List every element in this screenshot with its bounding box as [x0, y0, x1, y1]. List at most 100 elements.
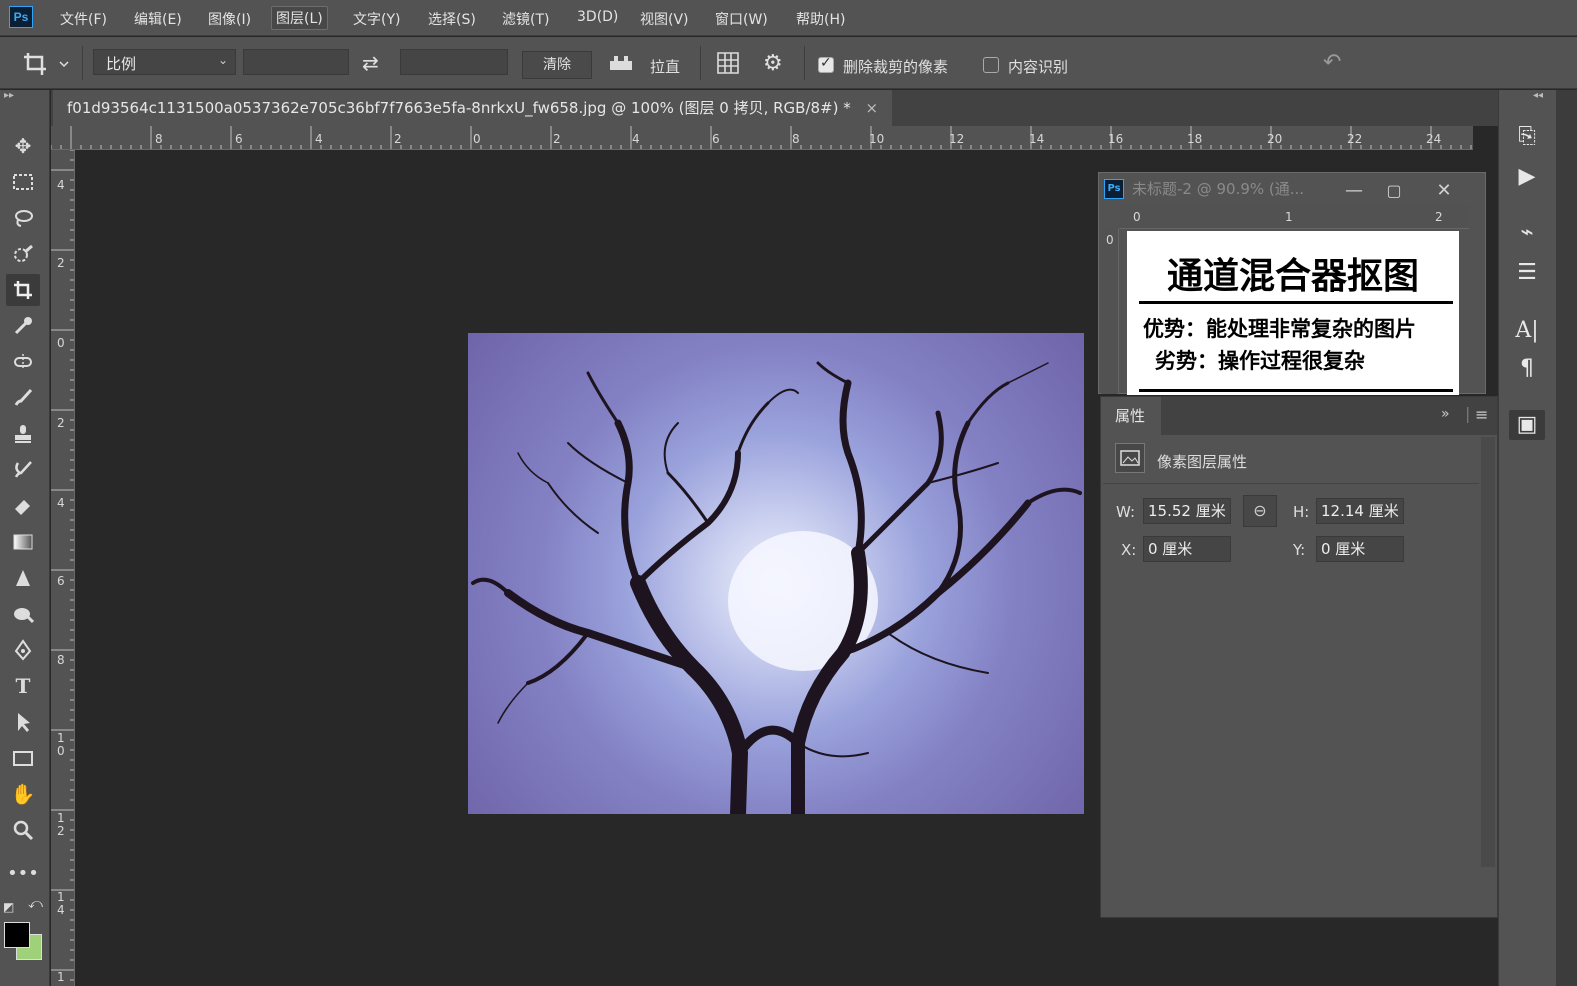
menu-edit[interactable]: 编辑(E): [134, 9, 182, 29]
ruler-label: 8: [792, 132, 800, 146]
ratio-select-value: 比例: [106, 55, 137, 73]
ratio-select[interactable]: 比例 ⌄: [93, 49, 236, 75]
menu-3d[interactable]: 3D(D): [577, 9, 618, 25]
paragraph-panel-icon[interactable]: ¶: [1509, 354, 1545, 384]
close-icon[interactable]: ×: [866, 99, 879, 117]
settings-gear-icon[interactable]: ⚙: [763, 51, 783, 76]
crop-tool-icon[interactable]: [6, 274, 40, 306]
delete-cropped-checkbox[interactable]: [818, 55, 834, 73]
ruler-label: 6: [57, 574, 65, 588]
floating-document-canvas[interactable]: 通道混合器抠图 优势：能处理非常复杂的图片 劣势：操作过程很复杂: [1127, 231, 1459, 395]
floating-document-window[interactable]: Ps 未标题-2 @ 90.9% (通... — ▢ ✕ 0 1 2 0 通道混…: [1098, 172, 1486, 395]
ruler-label: 4: [632, 132, 640, 146]
content-aware-checkbox[interactable]: [983, 57, 999, 73]
close-icon[interactable]: ✕: [1427, 175, 1461, 207]
ruler-label: 1 4: [57, 890, 65, 917]
clone-stamp-tool-icon[interactable]: [6, 418, 40, 450]
crop-preset-picker[interactable]: [20, 49, 72, 79]
collapse-panels-icon[interactable]: ◂◂: [1533, 90, 1543, 101]
reset-icon[interactable]: ↶: [1323, 50, 1341, 75]
menu-image[interactable]: 图像(I): [208, 9, 251, 29]
move-tool-icon[interactable]: ✥: [6, 130, 40, 162]
menu-window[interactable]: 窗口(W): [715, 9, 768, 29]
marquee-tool-icon[interactable]: [6, 166, 40, 198]
brush-tool-icon[interactable]: [6, 382, 40, 414]
ruler-label: 0: [1133, 210, 1141, 224]
type-tool-icon[interactable]: T: [6, 670, 40, 702]
straighten-label[interactable]: 拉直: [650, 56, 680, 77]
ruler-label: 10: [869, 132, 885, 146]
ruler-label: 14: [1029, 132, 1045, 146]
horizontal-ruler: 0 1 2: [1119, 205, 1469, 229]
brush-settings-icon[interactable]: ⌁: [1509, 218, 1545, 248]
foreground-color-swatch[interactable]: [4, 922, 30, 948]
width-ratio-input[interactable]: [243, 49, 349, 75]
dodge-tool-icon[interactable]: [6, 598, 40, 630]
grid-overlay-icon[interactable]: [716, 51, 740, 75]
path-selection-tool-icon[interactable]: [6, 706, 40, 738]
ruler-label: 18: [1187, 132, 1203, 146]
ruler-label: 12: [949, 132, 965, 146]
panel-menu-icon[interactable]: ≡: [1475, 405, 1488, 424]
menu-help[interactable]: 帮助(H): [796, 9, 845, 29]
character-panel-icon[interactable]: A|: [1509, 316, 1545, 346]
swap-colors-icon[interactable]: ⤺: [28, 896, 43, 912]
ruler-label: 4: [315, 132, 323, 146]
clear-button[interactable]: 清除: [522, 51, 592, 79]
quick-selection-tool-icon[interactable]: [6, 238, 40, 270]
menu-file[interactable]: 文件(F): [60, 9, 107, 29]
floating-window-titlebar[interactable]: Ps 未标题-2 @ 90.9% (通... — ▢ ✕: [1099, 173, 1485, 205]
menu-select[interactable]: 选择(S): [428, 9, 476, 29]
scrollbar[interactable]: [1481, 437, 1495, 867]
chevron-down-icon: ⌄: [218, 53, 229, 67]
menu-filter[interactable]: 滤镜(T): [502, 9, 549, 29]
pen-tool-icon[interactable]: [6, 634, 40, 666]
adjustments-sliders-icon[interactable]: ☰: [1509, 258, 1545, 288]
history-panel-icon[interactable]: ⎘: [1509, 122, 1545, 152]
healing-brush-tool-icon[interactable]: [6, 346, 40, 378]
expand-panel-icon[interactable]: ▸▸: [4, 90, 14, 101]
link-icon[interactable]: ⊖: [1243, 495, 1277, 527]
properties-panel: 属性 » | ≡ 像素图层属性 W: 15.52 厘米 ⊖ H: 12.14 厘…: [1100, 396, 1498, 918]
lasso-tool-icon[interactable]: [6, 202, 40, 234]
hand-tool-icon[interactable]: ✋: [6, 778, 40, 810]
width-field[interactable]: 15.52 厘米: [1143, 498, 1231, 524]
zoom-tool-icon[interactable]: [6, 814, 40, 846]
y-field[interactable]: 0 厘米: [1316, 536, 1404, 562]
more-tools-icon[interactable]: •••: [6, 858, 40, 890]
history-brush-tool-icon[interactable]: [6, 454, 40, 486]
menu-bar: Ps 文件(F) 编辑(E) 图像(I) 图层(L) 文字(Y) 选择(S) 滤…: [0, 0, 1577, 36]
height-field[interactable]: 12.14 厘米: [1316, 498, 1404, 524]
blur-tool-icon[interactable]: [6, 562, 40, 594]
content-aware-label[interactable]: 内容识别: [1008, 56, 1068, 77]
ruler-label: 4: [57, 496, 65, 510]
maximize-icon[interactable]: ▢: [1377, 175, 1411, 207]
eraser-tool-icon[interactable]: [6, 490, 40, 522]
options-bar: 比例 ⌄ ⇄ 清除 拉直 ⚙ 删除裁剪的像素 内容识别 ↶: [0, 37, 1577, 89]
document-image[interactable]: [468, 333, 1084, 814]
eyedropper-tool-icon[interactable]: [6, 310, 40, 342]
divider: [1139, 389, 1453, 392]
gradient-tool-icon[interactable]: [6, 526, 40, 558]
menu-type[interactable]: 文字(Y): [353, 9, 400, 29]
menu-view[interactable]: 视图(V): [640, 9, 689, 29]
ruler-label: 8: [57, 653, 65, 667]
straighten-icon[interactable]: [608, 53, 634, 73]
menu-layer[interactable]: 图层(L): [271, 6, 328, 30]
document-tab[interactable]: f01d93564c1131500a0537362e705c36bf7f7663…: [53, 90, 893, 126]
x-field[interactable]: 0 厘米: [1143, 536, 1231, 562]
ruler-label: 2: [394, 132, 402, 146]
vertical-ruler: 4 2 0 2 4 6 8 1 0 1 2 1 4 1: [51, 150, 75, 986]
tab-properties[interactable]: 属性: [1101, 397, 1161, 435]
height-ratio-input[interactable]: [400, 49, 508, 75]
delete-cropped-label[interactable]: 删除裁剪的像素: [843, 56, 948, 77]
rectangle-tool-icon[interactable]: [6, 742, 40, 774]
minimize-icon[interactable]: —: [1337, 175, 1371, 207]
default-colors-icon[interactable]: ◩: [3, 900, 14, 914]
swap-icon[interactable]: ⇄: [362, 51, 379, 75]
actions-play-icon[interactable]: ▶: [1509, 162, 1545, 192]
properties-panel-icon[interactable]: ▣: [1509, 410, 1545, 440]
collapse-panel-icon[interactable]: »: [1441, 406, 1450, 422]
ruler-label: 22: [1347, 132, 1363, 146]
divider: [1139, 301, 1453, 304]
